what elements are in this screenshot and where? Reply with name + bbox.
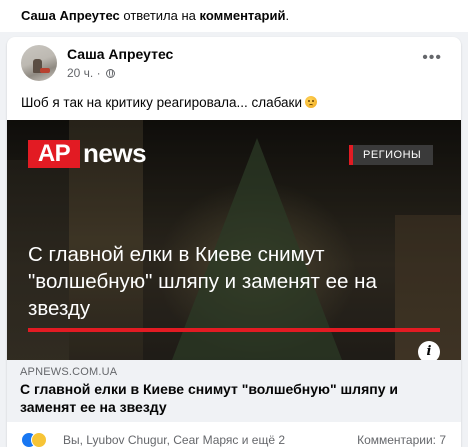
post-meta: 20 ч. ·: [67, 66, 115, 80]
post-footer: Вы, Lyubov Chugur, Сear Маряс и ещё 2 Ко…: [7, 429, 461, 447]
post-time[interactable]: 20 ч.: [67, 66, 93, 80]
notification-actor[interactable]: Саша Апреутес: [21, 8, 120, 23]
notification-action: ответила на: [123, 8, 196, 23]
post-author[interactable]: Саша Апреутес: [67, 46, 173, 62]
pensive-face-emoji-icon: [305, 96, 318, 108]
post-card: Саша Апреутес 20 ч. · ••• Шоб я так на к…: [7, 37, 461, 447]
post-header: Саша Апреутес 20 ч. · •••: [7, 37, 461, 89]
reactions-icon[interactable]: [21, 432, 51, 447]
globe-icon: [105, 69, 115, 78]
info-icon[interactable]: i: [418, 341, 440, 360]
post-text: Шоб я так на критику реагировала... слаб…: [21, 95, 318, 110]
apnews-logo-ap: AP: [28, 140, 80, 168]
reactors-text[interactable]: Вы, Lyubov Chugur, Сear Маряс и ещё 2: [63, 433, 285, 447]
link-preview-image[interactable]: AP news РЕГИОНЫ С главной елки в Киеве с…: [7, 120, 461, 360]
notification-bar[interactable]: Саша Апреутес ответила на комментарий.: [0, 0, 468, 32]
image-headline: С главной елки в Киеве снимут "волшебную…: [28, 243, 377, 320]
section-badge: РЕГИОНЫ: [349, 145, 434, 165]
link-preview-caption[interactable]: APNEWS.COM.UA С главной елки в Киеве сни…: [7, 360, 461, 422]
link-title[interactable]: С главной елки в Киеве снимут "волшебную…: [20, 380, 440, 416]
headline-underline: [28, 328, 440, 332]
notification-end: .: [285, 8, 290, 23]
meta-separator: ·: [96, 66, 101, 80]
avatar[interactable]: [21, 45, 57, 81]
post-text-content: Шоб я так на критику реагировала... слаб…: [21, 95, 303, 110]
apnews-logo-news: news: [83, 138, 147, 168]
more-options-icon[interactable]: •••: [422, 50, 442, 66]
link-domain: APNEWS.COM.UA: [20, 366, 118, 378]
notification-object[interactable]: комментарий: [200, 8, 286, 23]
avatar-figure-detail: [40, 68, 50, 73]
comments-count[interactable]: Комментарии: 7: [357, 433, 446, 447]
haha-reaction-icon: [31, 432, 47, 447]
